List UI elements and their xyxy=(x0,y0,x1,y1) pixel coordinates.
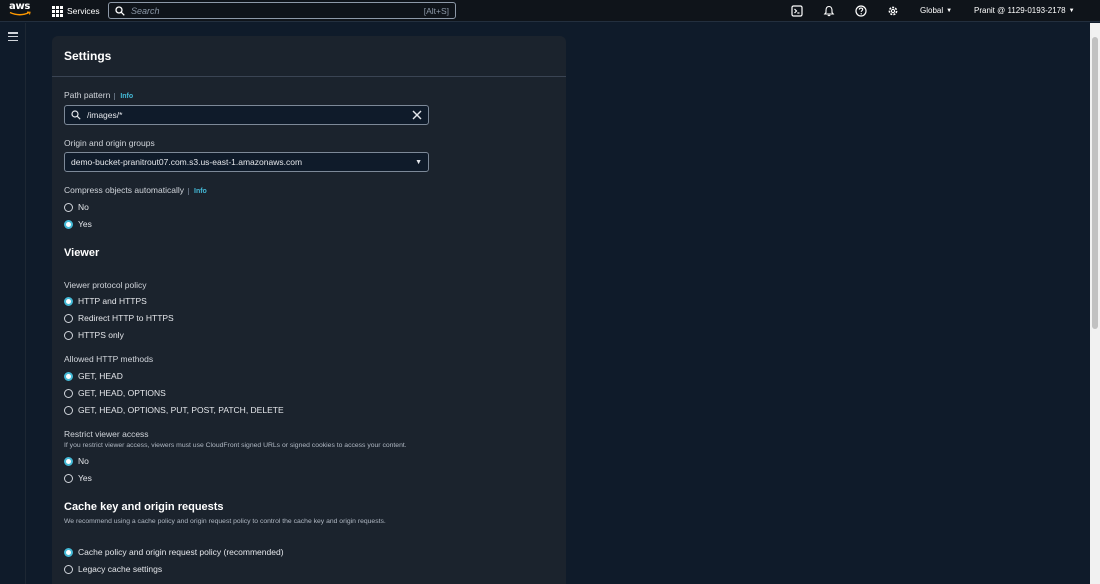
radio-label: No xyxy=(78,202,89,212)
page-title: Settings xyxy=(64,49,112,63)
panel-header: Settings xyxy=(52,36,566,77)
radio-button-selected xyxy=(64,296,73,306)
radio-label: Cache policy and origin request policy (… xyxy=(78,547,284,557)
top-navigation: aws Services Search [Alt+S] Global ▼ Pra… xyxy=(0,0,1100,22)
caret-down-icon: ▼ xyxy=(1068,7,1075,14)
cache-option-policy[interactable]: Cache policy and origin request policy (… xyxy=(64,546,284,558)
origin-label: Origin and origin groups xyxy=(64,138,155,148)
compress-info-link[interactable]: Info xyxy=(188,188,207,195)
path-pattern-label: Path pattern xyxy=(64,90,111,100)
grid-icon xyxy=(52,5,63,17)
radio-label: Yes xyxy=(78,473,92,483)
radio-button xyxy=(64,202,73,212)
search-placeholder: Search xyxy=(131,5,160,16)
path-pattern-value: /images/* xyxy=(87,110,123,120)
radio-label: GET, HEAD, OPTIONS xyxy=(78,388,166,398)
radio-label: GET, HEAD xyxy=(78,371,123,381)
protocol-option-redirect[interactable]: Redirect HTTP to HTTPS xyxy=(64,312,174,324)
protocol-option-https-only[interactable]: HTTPS only xyxy=(64,329,124,341)
radio-button xyxy=(64,564,73,574)
compress-label-row: Compress objects automatically Info xyxy=(64,185,207,195)
compress-option-no[interactable]: No xyxy=(64,201,89,213)
radio-button xyxy=(64,388,73,398)
radio-button xyxy=(64,473,73,483)
restrict-label: Restrict viewer access xyxy=(64,429,149,439)
methods-option-get-head-options[interactable]: GET, HEAD, OPTIONS xyxy=(64,387,166,399)
cache-option-legacy[interactable]: Legacy cache settings xyxy=(64,563,162,575)
aws-logo[interactable]: aws xyxy=(9,2,33,20)
methods-option-get-head[interactable]: GET, HEAD xyxy=(64,370,123,382)
account-label: Pranit @ 1129-0193-2178 xyxy=(974,6,1066,15)
radio-label: Redirect HTTP to HTTPS xyxy=(78,313,174,323)
search-shortcut: [Alt+S] xyxy=(423,5,449,16)
cloudshell-icon[interactable] xyxy=(790,4,804,18)
radio-button-selected xyxy=(64,547,73,557)
methods-label: Allowed HTTP methods xyxy=(64,354,154,364)
scrollbar-thumb[interactable] xyxy=(1092,37,1098,329)
radio-button-selected xyxy=(64,219,73,229)
methods-option-all[interactable]: GET, HEAD, OPTIONS, PUT, POST, PATCH, DE… xyxy=(64,404,284,416)
search-icon xyxy=(71,110,81,120)
radio-button xyxy=(64,313,73,323)
radio-button xyxy=(64,405,73,415)
radio-label: Yes xyxy=(78,219,92,229)
viewer-section-title: Viewer xyxy=(64,247,100,259)
restrict-option-yes[interactable]: Yes xyxy=(64,472,92,484)
protocol-label: Viewer protocol policy xyxy=(64,280,147,290)
path-pattern-label-row: Path pattern Info xyxy=(64,90,134,100)
radio-label: HTTPS only xyxy=(78,330,124,340)
radio-label: GET, HEAD, OPTIONS, PUT, POST, PATCH, DE… xyxy=(78,405,284,415)
origin-value: demo-bucket-pranitrout07.com.s3.us-east-… xyxy=(71,157,303,167)
gear-icon[interactable] xyxy=(886,4,900,18)
radio-button-selected xyxy=(64,456,73,466)
radio-label: No xyxy=(78,456,89,466)
bell-icon[interactable] xyxy=(822,4,836,18)
radio-button-selected xyxy=(64,371,73,381)
help-icon[interactable] xyxy=(854,4,868,18)
clear-icon[interactable] xyxy=(412,110,422,120)
restrict-description: If you restrict viewer access, viewers m… xyxy=(64,442,407,449)
region-selector[interactable]: Global ▼ xyxy=(920,6,952,15)
radio-button xyxy=(64,330,73,340)
path-pattern-info-link[interactable]: Info xyxy=(114,93,134,100)
caret-down-icon: ▼ xyxy=(415,158,422,166)
radio-label: HTTP and HTTPS xyxy=(78,296,147,306)
region-label: Global xyxy=(920,6,944,15)
aws-logo-text: aws xyxy=(9,1,31,12)
cache-section-title: Cache key and origin requests xyxy=(64,501,224,513)
caret-down-icon: ▼ xyxy=(946,7,953,14)
search-input[interactable]: Search [Alt+S] xyxy=(108,2,456,19)
protocol-option-http-https[interactable]: HTTP and HTTPS xyxy=(64,295,147,307)
path-pattern-input[interactable]: /images/* xyxy=(64,105,429,125)
services-label: Services xyxy=(67,6,100,16)
restrict-option-no[interactable]: No xyxy=(64,455,89,467)
left-rail xyxy=(0,23,26,584)
search-icon xyxy=(115,5,125,16)
services-button[interactable]: Services xyxy=(52,4,100,18)
compress-option-yes[interactable]: Yes xyxy=(64,218,92,230)
cache-description: We recommend using a cache policy and or… xyxy=(64,518,386,525)
menu-icon[interactable] xyxy=(8,32,18,41)
radio-label: Legacy cache settings xyxy=(78,564,163,574)
account-menu[interactable]: Pranit @ 1129-0193-2178 ▼ xyxy=(974,6,1075,15)
compress-label: Compress objects automatically xyxy=(64,185,184,195)
origin-select[interactable]: demo-bucket-pranitrout07.com.s3.us-east-… xyxy=(64,152,429,172)
scrollbar[interactable] xyxy=(1090,23,1100,584)
